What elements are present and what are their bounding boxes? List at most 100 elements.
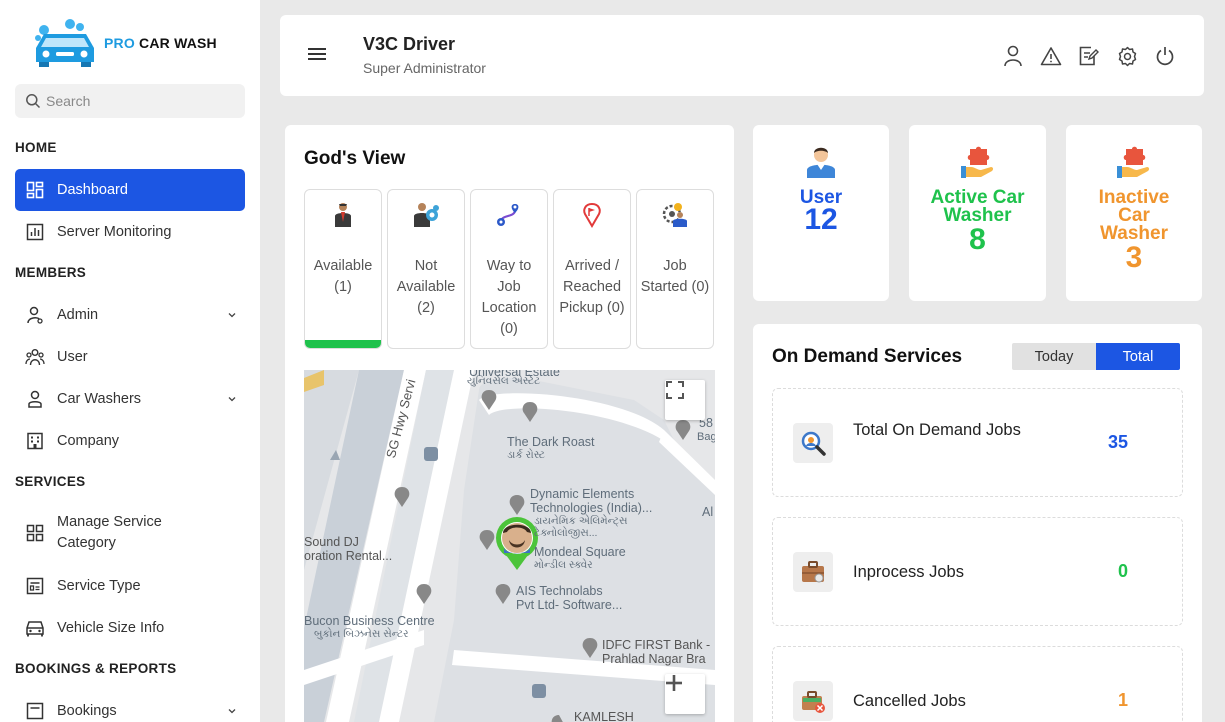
row-label: Inprocess Jobs — [853, 563, 964, 581]
search-input[interactable] — [46, 90, 236, 112]
search-icon — [25, 93, 41, 114]
map-label: Al — [702, 505, 714, 519]
map-label: oration Rental... — [304, 549, 393, 563]
top-header: V3C Driver Super Administrator — [280, 15, 1204, 96]
sidebar-item-label: Company — [57, 433, 120, 449]
active-status-indicator — [305, 340, 381, 348]
cancelled-briefcase-icon — [793, 681, 833, 721]
sidebar-item-bookings[interactable]: Bookings — [15, 690, 245, 722]
map-label: The Dark Roast — [507, 435, 595, 449]
sidebar-item-label: Vehicle Size Info — [57, 620, 165, 636]
total-on-demand-jobs-row[interactable]: Total On Demand Jobs 35 — [772, 388, 1183, 497]
map-label: KAMLESH — [574, 710, 634, 722]
stat-title: Active Car Washer — [930, 187, 1025, 226]
admin-icon — [25, 305, 45, 325]
map-label: મોન્ડીલ સ્ક્વેર — [534, 559, 593, 571]
search-box — [15, 84, 245, 118]
map-canvas — [304, 370, 715, 722]
sidebar-item-car-washers[interactable]: Car Washers — [15, 378, 245, 420]
status-label: Way to Job Location (0) — [481, 258, 537, 337]
stat-label: Active Car Washer 8 — [909, 187, 1046, 256]
sidebar-item-label: Admin — [57, 307, 99, 323]
edit-icon[interactable] — [1078, 45, 1100, 67]
status-way-to-job[interactable]: Way to Job Location (0) — [470, 189, 548, 349]
brand-pro: PRO — [104, 35, 135, 51]
row-value: 0 — [1117, 561, 1128, 581]
stat-card-inactive-washer[interactable]: Inactive Car Washer 3 — [1066, 125, 1202, 301]
pickup-pin-icon — [554, 202, 630, 232]
zoom-in-button[interactable] — [665, 674, 705, 714]
settings-icon[interactable] — [1116, 45, 1138, 67]
inprocess-jobs-row[interactable]: Inprocess Jobs 0 — [772, 517, 1183, 626]
stat-title: Inactive Car Washer — [1098, 187, 1170, 244]
status-available[interactable]: Available (1) — [304, 189, 382, 349]
section-members: MEMBERS — [15, 265, 87, 280]
period-tabs: Today Total — [1012, 343, 1180, 370]
sidebar-item-server-monitoring[interactable]: Server Monitoring — [15, 211, 245, 253]
driver-available-icon — [305, 202, 381, 232]
sidebar-item-label: Dashboard — [57, 182, 128, 198]
car-wash-logo-icon — [35, 19, 94, 67]
cancelled-jobs-row[interactable]: Cancelled Jobs 1 — [772, 646, 1183, 722]
status-job-started[interactable]: Job Started (0) — [636, 189, 714, 349]
header-actions — [1002, 45, 1176, 67]
section-services: SERVICES — [15, 474, 86, 489]
sidebar-item-manage-service-category[interactable]: Manage Service Category — [15, 507, 245, 559]
sidebar-item-label: Server Monitoring — [57, 224, 172, 240]
tab-today[interactable]: Today — [1012, 343, 1096, 370]
chart-icon — [25, 222, 45, 242]
driver-not-available-icon — [388, 202, 464, 232]
alert-icon[interactable] — [1040, 45, 1062, 67]
profile-icon[interactable] — [1002, 45, 1024, 67]
live-map[interactable]: Universal Estate યુનિવર્સલ એસ્ટેટ SG Hwy… — [304, 370, 715, 722]
tab-total[interactable]: Total — [1096, 343, 1180, 370]
status-arrived-pickup[interactable]: Arrived / Reached Pickup (0) — [553, 189, 631, 349]
sidebar-item-user[interactable]: User — [15, 336, 245, 378]
sidebar-item-company[interactable]: Company — [15, 420, 245, 462]
menu-toggle-icon[interactable] — [308, 47, 328, 66]
map-label: ડાર્ક રોસ્ટ — [507, 449, 546, 461]
car-icon — [25, 618, 45, 638]
sidebar-item-admin[interactable]: Admin — [15, 294, 245, 336]
map-label: Technologies (India)... — [530, 501, 653, 515]
list-icon — [25, 576, 45, 596]
status-label: Job Started (0) — [640, 258, 710, 295]
on-demand-title: On Demand Services — [772, 346, 963, 367]
sidebar-item-label: Car Washers — [57, 391, 142, 407]
user-icon — [753, 145, 889, 179]
brand-car-wash: CAR WASH — [139, 35, 217, 51]
fullscreen-button[interactable] — [665, 380, 705, 420]
status-not-available[interactable]: Not Available (2) — [387, 189, 465, 349]
building-icon — [25, 431, 45, 451]
users-icon — [25, 347, 45, 367]
sidebar-item-vehicle-size-info[interactable]: Vehicle Size Info — [15, 607, 245, 649]
map-label: AIS Technolabs — [516, 584, 603, 598]
gods-view-title: God's View — [304, 148, 406, 169]
stat-card-active-washer[interactable]: Active Car Washer 8 — [909, 125, 1046, 301]
dashboard-icon — [25, 180, 45, 200]
map-label: Bucon Business Centre — [304, 614, 435, 628]
stat-value: 8 — [969, 223, 986, 256]
map-label: Bag — [697, 431, 715, 443]
sidebar-item-dashboard[interactable]: Dashboard — [15, 169, 245, 211]
app-logo[interactable]: PRO CAR WASH — [30, 18, 250, 68]
stat-label: Inactive Car Washer 3 — [1066, 187, 1202, 273]
row-label: Total On Demand Jobs — [853, 421, 1021, 439]
row-label: Cancelled Jobs — [853, 692, 966, 710]
power-icon[interactable] — [1154, 45, 1176, 67]
stat-label: User 12 — [753, 188, 889, 236]
person-icon — [25, 389, 45, 409]
briefcase-icon — [793, 552, 833, 592]
stat-value: 12 — [804, 203, 838, 236]
map-label: Sound DJ — [304, 535, 359, 549]
chevron-down-icon — [227, 704, 237, 720]
stat-card-user[interactable]: User 12 — [753, 125, 889, 301]
map-label: Mondeal Square — [534, 545, 626, 559]
map-label: ટેક્નોલોજીસ... — [534, 527, 598, 539]
sidebar-item-service-type[interactable]: Service Type — [15, 565, 245, 607]
chevron-down-icon — [227, 308, 237, 324]
page-title: V3C Driver — [363, 34, 456, 54]
job-started-icon — [637, 202, 713, 232]
section-bookings-reports: BOOKINGS & REPORTS — [15, 661, 177, 676]
sidebar-item-label: Manage Service Category — [57, 514, 162, 551]
